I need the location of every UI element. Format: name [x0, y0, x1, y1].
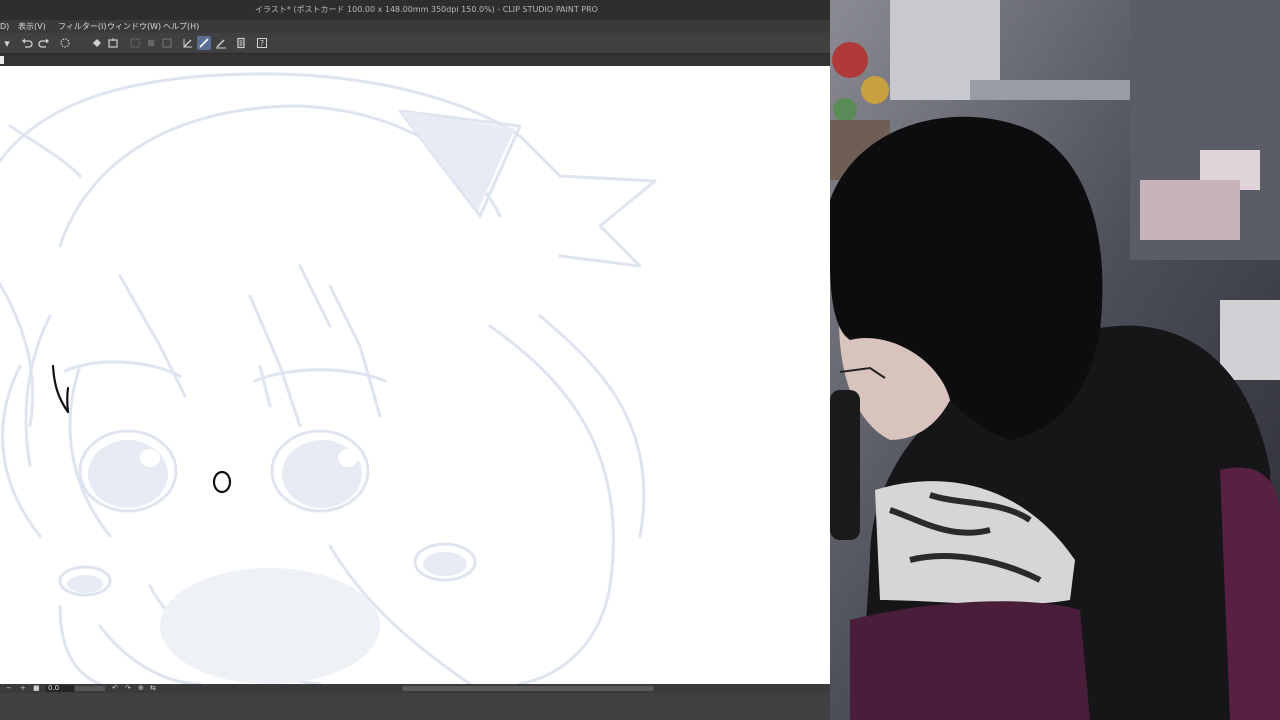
menu-item-view[interactable]: 表示(V) [18, 20, 46, 33]
menu-bar: D) 表示(V) フィルター(I) ウィンドウ(W) ヘルプ(H) [0, 20, 830, 33]
bottom-panel [0, 693, 830, 720]
flip-icon[interactable]: ⇆ [150, 684, 156, 693]
svg-text:?: ? [260, 39, 264, 48]
rotate-right-icon[interactable]: ↷ [125, 684, 131, 693]
zoom-field[interactable]: 0.0 [46, 685, 74, 692]
clipboard-icon[interactable] [234, 36, 248, 50]
fill-icon[interactable] [90, 36, 104, 50]
undo-icon[interactable] [20, 36, 34, 50]
clip-studio-window: イラスト* (ポストカード 100.00 x 148.00mm 350dpi 1… [0, 0, 830, 720]
ruler-icon[interactable] [214, 36, 228, 50]
mask-icon[interactable] [160, 36, 174, 50]
zoom-in-button[interactable]: + [20, 684, 26, 693]
transform-icon[interactable] [106, 36, 120, 50]
canvas-tab-edge[interactable] [0, 56, 4, 64]
crop-icon[interactable] [144, 36, 158, 50]
reset-icon[interactable]: ⊕ [138, 684, 144, 693]
dropdown-icon[interactable]: ▾ [0, 36, 14, 50]
rotate-left-icon[interactable]: ↶ [112, 684, 118, 693]
webcam-image [830, 0, 1280, 720]
window-title: イラスト* (ポストカード 100.00 x 148.00mm 350dpi 1… [255, 5, 598, 14]
active-pen-icon[interactable] [197, 36, 211, 50]
horizontal-scrollbar[interactable] [402, 686, 654, 691]
menu-item-help[interactable]: ヘルプ(H) [163, 20, 199, 33]
loading-icon[interactable] [58, 36, 72, 50]
title-bar: イラスト* (ポストカード 100.00 x 148.00mm 350dpi 1… [0, 0, 830, 20]
drawing-canvas[interactable] [0, 66, 830, 684]
command-bar: ▾ ? [0, 33, 830, 54]
menu-item-filter[interactable]: フィルター(I) [58, 20, 106, 33]
webcam-feed [830, 0, 1280, 720]
menu-item-partial[interactable]: D) [0, 20, 9, 33]
sketch-layer [0, 72, 657, 684]
tab-bar [0, 54, 830, 66]
fit-icon[interactable]: ■ [33, 684, 40, 693]
menu-item-window[interactable]: ウィンドウ(W) [107, 20, 161, 33]
select-icon[interactable] [128, 36, 142, 50]
redo-icon[interactable] [37, 36, 51, 50]
zoom-out-button[interactable]: − [6, 684, 12, 693]
pen-icon[interactable] [181, 36, 195, 50]
status-bar: − + ■ 0.0 ↶ ↷ ⊕ ⇆ [0, 684, 830, 693]
help-icon[interactable]: ? [255, 36, 269, 50]
zoom-slider[interactable] [75, 686, 105, 691]
